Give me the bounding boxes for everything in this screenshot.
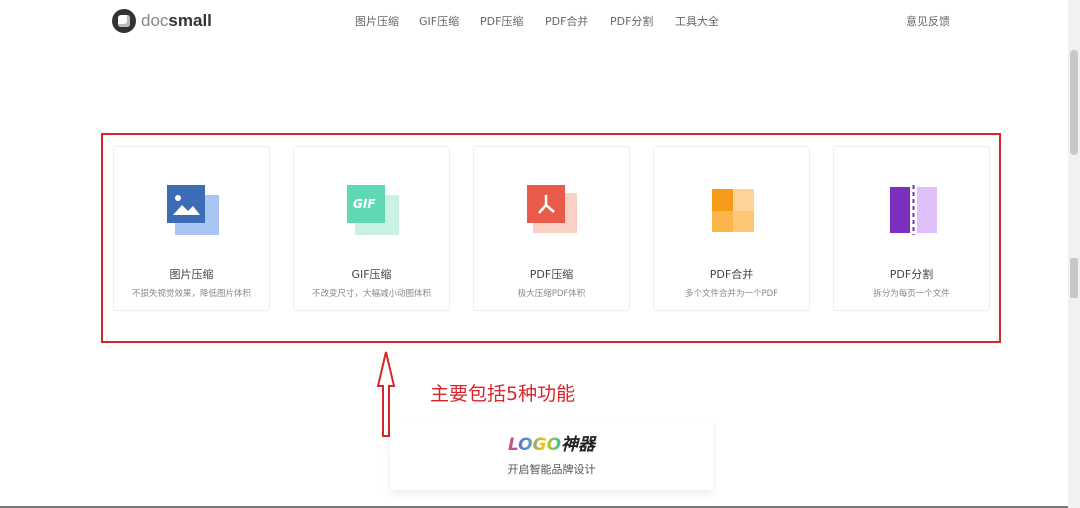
- nav-pdf-merge[interactable]: PDF合并: [545, 13, 588, 29]
- nav-feedback[interactable]: 意见反馈: [906, 13, 950, 29]
- nav-image-compress[interactable]: 图片压缩: [355, 13, 399, 29]
- logo-text-bold: small: [168, 11, 212, 30]
- nav-gif-compress[interactable]: GIF压缩: [419, 13, 459, 29]
- logo-promo-banner[interactable]: LOGO神器 开启智能品牌设计: [390, 420, 713, 490]
- logo[interactable]: docsmall: [112, 9, 212, 33]
- nav-tools[interactable]: 工具大全: [675, 13, 719, 29]
- logo-text: docsmall: [141, 11, 212, 31]
- nav-pdf-split[interactable]: PDF分割: [610, 13, 653, 29]
- logo-icon: [112, 9, 136, 33]
- annotation-box: [101, 133, 1001, 343]
- promo-subtitle: 开启智能品牌设计: [507, 463, 596, 476]
- scrollbar[interactable]: [1068, 0, 1080, 508]
- promo-logo-word: LOGO: [507, 435, 562, 455]
- annotation-text: 主要包括5种功能: [430, 383, 576, 405]
- promo-logo: LOGO神器: [390, 430, 713, 455]
- header: docsmall 图片压缩 GIF压缩 PDF压缩 PDF合并 PDF分割 工具…: [0, 0, 1068, 42]
- logo-text-light: doc: [141, 11, 169, 30]
- promo-logo-suffix: 神器: [561, 435, 596, 455]
- nav-pdf-compress[interactable]: PDF压缩: [480, 13, 523, 29]
- side-handle[interactable]: [1070, 258, 1078, 298]
- scrollbar-thumb[interactable]: [1070, 50, 1078, 155]
